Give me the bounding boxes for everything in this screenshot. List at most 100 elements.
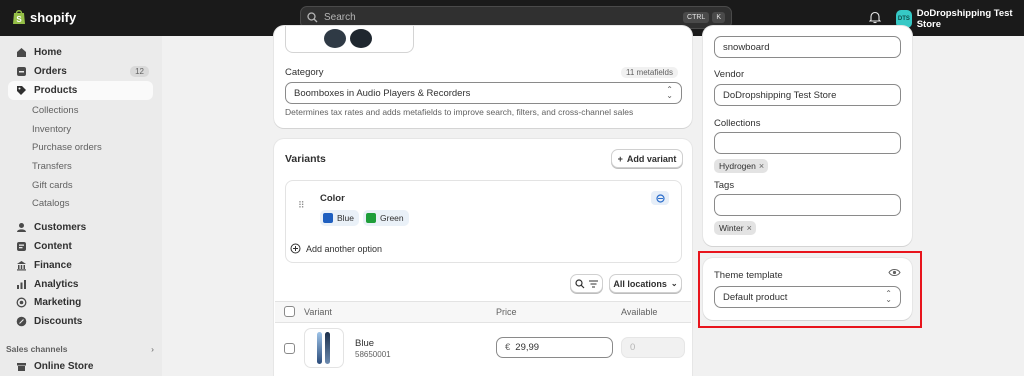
add-another-option[interactable]: Add another option (290, 243, 382, 254)
filter-icon (589, 280, 598, 287)
discount-icon (14, 315, 28, 329)
table-row[interactable]: Blue 58650001 € 29,99 0 (275, 323, 691, 376)
sidebar-item-online-store[interactable]: Online Store (8, 357, 153, 376)
vendor-value: DoDropshipping Test Store (723, 89, 837, 101)
select-all-checkbox[interactable] (284, 306, 295, 317)
sidebar-sub-gift-cards[interactable]: Gift cards (32, 180, 73, 191)
price-input[interactable]: € 29,99 (496, 337, 613, 358)
search-icon (575, 278, 585, 288)
variants-title: Variants (285, 153, 326, 165)
sidebar-item-customers[interactable]: Customers (8, 218, 153, 237)
tags-field[interactable] (714, 194, 901, 216)
sidebar-item-products[interactable]: Products (8, 81, 153, 100)
option-value-green[interactable]: Green (363, 210, 409, 226)
remove-tag-icon[interactable]: × (759, 161, 764, 171)
tags-label: Tags (714, 180, 735, 191)
variant-name: Blue (355, 338, 375, 349)
sidebar-item-home[interactable]: Home (8, 43, 153, 62)
location-filter-label: All locations (613, 278, 667, 289)
option-values: Blue Green (320, 210, 413, 226)
sidebar-item-marketing[interactable]: Marketing (8, 293, 153, 312)
tag-icon (14, 84, 28, 98)
metafields-badge[interactable]: 11 metafields (621, 67, 678, 78)
sales-channels-header[interactable]: Sales channels › (6, 344, 154, 354)
sidebar-sub-inventory[interactable]: Inventory (32, 124, 71, 135)
media-thumb (324, 29, 346, 48)
home-icon (14, 46, 28, 60)
search-icon (307, 12, 318, 23)
tag-label: Winter (719, 223, 744, 233)
plus-circle-icon (290, 243, 301, 254)
add-another-option-label: Add another option (306, 243, 383, 254)
search-filter-button[interactable] (570, 274, 603, 293)
snowboard-image (317, 332, 322, 364)
sidebar-sub-purchase-orders[interactable]: Purchase orders (32, 142, 102, 153)
shopify-bag-icon: S (13, 10, 25, 24)
available-input[interactable]: 0 (621, 337, 685, 358)
sidebar-label-online-store: Online Store (34, 361, 94, 372)
sidebar-sub-collections[interactable]: Collections (32, 105, 78, 116)
category-value: Boomboxes in Audio Players & Recorders (294, 87, 471, 99)
notifications-bell-icon[interactable] (868, 11, 882, 27)
collections-field[interactable] (714, 132, 901, 154)
category-select[interactable]: Boomboxes in Audio Players & Recorders ⌃… (285, 82, 682, 104)
sidebar: Home Orders 12 Products Collections Inve… (0, 36, 162, 376)
orders-count-badge: 12 (130, 66, 149, 77)
location-filter-button[interactable]: All locations ⌄ (609, 274, 682, 293)
sidebar-label-home: Home (34, 47, 62, 58)
sales-channels-label: Sales channels (6, 344, 68, 354)
variant-thumbnail (304, 328, 344, 368)
col-variant: Variant (304, 307, 332, 317)
search-placeholder: Search (324, 12, 356, 23)
shopify-logo[interactable]: S shopify (12, 9, 76, 25)
store-icon (14, 360, 28, 374)
category-help-text: Determines tax rates and adds metafields… (285, 107, 634, 117)
variant-sku: 58650001 (355, 350, 391, 359)
highlight-box (698, 251, 922, 328)
blue-swatch (323, 213, 333, 223)
price-value: 29,99 (515, 342, 540, 353)
select-chevron-icon: ⌃ ⌄ (666, 85, 673, 100)
media-thumb (350, 29, 372, 48)
sidebar-item-orders[interactable]: Orders 12 (8, 62, 153, 81)
drag-handle-icon[interactable]: ⠿ (298, 201, 305, 210)
product-media-box (285, 26, 414, 53)
store-name: DoDropshipping Test Store (916, 8, 1013, 30)
sidebar-sub-transfers[interactable]: Transfers (32, 161, 72, 172)
chevron-right-icon: › (151, 344, 154, 354)
add-variant-button[interactable]: + Add variant (611, 149, 683, 168)
bank-icon (14, 259, 28, 273)
remove-tag-icon[interactable]: × (747, 223, 752, 233)
available-value: 0 (630, 342, 636, 353)
store-menu[interactable]: DTS DoDropshipping Test Store (896, 8, 1024, 30)
option-value-blue[interactable]: Blue (320, 210, 360, 226)
shortcut-k: K (712, 12, 725, 23)
collections-label: Collections (714, 118, 761, 129)
product-type-field[interactable]: snowboard (714, 36, 901, 58)
collection-tag-label: Hydrogen (719, 161, 756, 171)
option-edit-icon[interactable] (651, 191, 669, 205)
sidebar-label-products: Products (34, 85, 78, 96)
col-price: Price (496, 307, 517, 317)
collection-tag-hydrogen: Hydrogen × (714, 159, 769, 173)
person-icon (14, 221, 28, 235)
sidebar-item-discounts[interactable]: Discounts (8, 312, 153, 331)
sidebar-item-finance[interactable]: Finance (8, 256, 153, 275)
sidebar-label-discounts: Discounts (34, 316, 83, 327)
sidebar-sub-catalogs[interactable]: Catalogs (32, 198, 70, 209)
vendor-field[interactable]: DoDropshipping Test Store (714, 84, 901, 106)
sidebar-label-marketing: Marketing (34, 297, 82, 308)
option-name: Color (320, 193, 345, 204)
sidebar-label-analytics: Analytics (34, 279, 79, 290)
plus-icon: + (617, 153, 623, 164)
option-value-label: Green (380, 213, 404, 223)
sidebar-item-analytics[interactable]: Analytics (8, 275, 153, 294)
tag-winter: Winter × (714, 221, 756, 235)
brand-name: shopify (30, 9, 77, 25)
chevron-down-icon: ⌄ (670, 279, 678, 288)
row-checkbox[interactable] (284, 343, 295, 354)
vendor-label: Vendor (714, 69, 745, 80)
sidebar-label-orders: Orders (34, 66, 67, 77)
chart-icon (14, 278, 28, 292)
sidebar-item-content[interactable]: Content (8, 237, 153, 256)
